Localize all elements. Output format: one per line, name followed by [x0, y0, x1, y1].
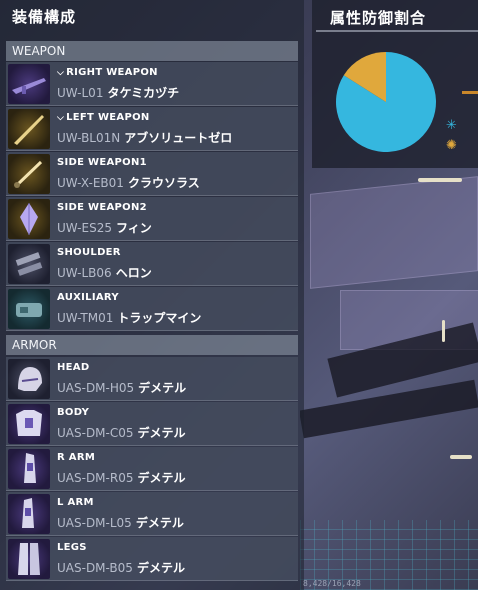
equip-row-head[interactable]: HEAD UAS-DM-H05 デメテル [6, 357, 298, 401]
slot-label: R ARM [57, 452, 96, 463]
part-code: UAS-DM-C05 デメテル [57, 426, 186, 440]
leg-armor-icon [8, 539, 50, 579]
arm-armor-icon [8, 494, 50, 534]
part-name: タケミカヅチ [107, 86, 180, 100]
part-code: UAS-DM-H05 デメテル [57, 381, 187, 395]
chevron-down-icon: ⌵ [57, 113, 65, 123]
equip-row-l-arm[interactable]: L ARM UAS-DM-L05 デメテル [6, 492, 298, 536]
equip-row-body[interactable]: BODY UAS-DM-C05 デメテル [6, 402, 298, 446]
part-name: デメテル [138, 381, 187, 395]
mech-wing [300, 379, 478, 439]
arm-armor-icon [8, 449, 50, 489]
saber-icon [8, 154, 50, 194]
part-name: デメテル [136, 561, 185, 575]
slot-label: SHOULDER [57, 247, 121, 258]
blade-icon [8, 109, 50, 149]
equip-row-r-arm[interactable]: R ARM UAS-DM-R05 デメテル [6, 447, 298, 491]
slot-label: AUXILIARY [57, 292, 119, 303]
equip-row-left-weapon[interactable]: ⌵ LEFT WEAPON UW-BL01N アブソリュートゼロ [6, 107, 298, 151]
part-code: UW-ES25 フィン [57, 221, 152, 235]
slot-label: ⌵ RIGHT WEAPON [57, 67, 158, 78]
part-name: クラウソラス [127, 176, 200, 190]
fire-icon: ✺ [446, 138, 457, 153]
attribute-pie-chart [336, 52, 436, 152]
part-code: UW-BL01N アブソリュートゼロ [57, 131, 233, 145]
part-code: UAS-DM-B05 デメテル [57, 561, 185, 575]
chevron-down-icon: ⌵ [57, 68, 65, 78]
part-name: トラップマイン [117, 311, 202, 325]
resource-counter: 8,428/16,428 [303, 579, 361, 588]
equip-row-legs[interactable]: LEGS UAS-DM-B05 デメテル [6, 537, 298, 581]
light-strip [418, 178, 462, 182]
launcher-icon [8, 244, 50, 284]
part-name: ヘロン [115, 266, 152, 280]
chest-armor-icon [8, 404, 50, 444]
equipment-panel: 装備構成 WEAPON ⌵ RIGHT WEAPON UW-L01 タケミカヅチ ⌵… [0, 0, 304, 590]
part-name: デメテル [137, 471, 186, 485]
part-name: デメテル [137, 426, 186, 440]
slot-label: L ARM [57, 497, 94, 508]
slot-label: BODY [57, 407, 90, 418]
attribute-defense-panel: 属性防御割合 ✳ ✺ [312, 0, 478, 168]
part-name: アブソリュートゼロ [124, 131, 233, 145]
fire-marker [462, 91, 478, 94]
section-armor: ARMOR [6, 335, 298, 355]
part-code: UW-X-EB01 クラウソラス [57, 176, 200, 190]
section-weapon: WEAPON [6, 41, 298, 61]
crystal-icon [8, 199, 50, 239]
part-name: フィン [115, 221, 152, 235]
mine-icon [8, 289, 50, 329]
panel-title: 装備構成 [12, 8, 77, 26]
helmet-icon [8, 359, 50, 399]
equip-row-shoulder[interactable]: SHOULDER UW-LB06 ヘロン [6, 242, 298, 286]
part-code: UAS-DM-L05 デメテル [57, 516, 184, 530]
equip-row-side-weapon2[interactable]: SIDE WEAPON2 UW-ES25 フィン [6, 197, 298, 241]
slot-label: ⌵ LEFT WEAPON [57, 112, 150, 123]
part-code: UW-LB06 ヘロン [57, 266, 152, 280]
slot-label: LEGS [57, 542, 87, 553]
light-strip [442, 320, 445, 342]
slot-label: HEAD [57, 362, 90, 373]
slot-label: SIDE WEAPON2 [57, 202, 147, 213]
equip-row-right-weapon[interactable]: ⌵ RIGHT WEAPON UW-L01 タケミカヅチ [6, 62, 298, 106]
part-code: UW-TM01 トラップマイン [57, 311, 202, 325]
part-code: UAS-DM-R05 デメテル [57, 471, 186, 485]
slot-label: SIDE WEAPON1 [57, 157, 147, 168]
light-strip [450, 455, 472, 459]
equip-row-auxiliary[interactable]: AUXILIARY UW-TM01 トラップマイン [6, 287, 298, 331]
ice-icon: ✳ [446, 118, 457, 133]
rifle-icon [8, 64, 50, 104]
part-name: デメテル [135, 516, 184, 530]
divider [316, 30, 478, 32]
attribute-panel-title: 属性防御割合 [330, 9, 427, 27]
part-code: UW-L01 タケミカヅチ [57, 86, 180, 100]
equip-row-side-weapon1[interactable]: SIDE WEAPON1 UW-X-EB01 クラウソラス [6, 152, 298, 196]
hangar-plate [310, 176, 478, 289]
